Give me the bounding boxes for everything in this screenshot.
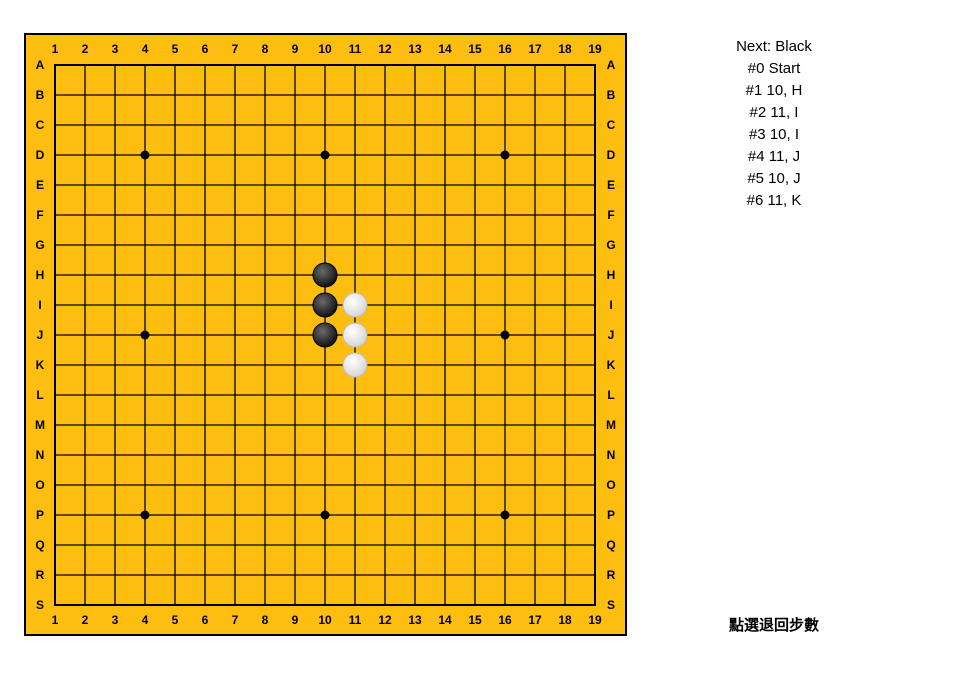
move-list: #0 Start #1 10, H #2 11, I #3 10, I #4 11, J… (688, 60, 860, 209)
move-item[interactable]: #2 11, I (688, 104, 860, 126)
next-player-status: Next: Black (736, 38, 812, 55)
move-item[interactable]: #1 10, H (688, 82, 860, 104)
side-panel: Next: Black #0 Start #1 10, H #2 11, I #3 1… (688, 38, 860, 209)
board-click-area[interactable] (40, 50, 610, 620)
move-item[interactable]: #4 11, J (688, 148, 860, 170)
move-item[interactable]: #5 10, J (688, 170, 860, 192)
move-item[interactable]: #3 10, I (688, 126, 860, 148)
move-item[interactable]: #0 Start (688, 60, 860, 82)
move-item[interactable]: #6 11, K (688, 192, 860, 214)
undo-hint: 點選退回步數 (728, 616, 819, 634)
go-board[interactable]: 1122334455667788991010111112121313141415… (0, 0, 640, 683)
